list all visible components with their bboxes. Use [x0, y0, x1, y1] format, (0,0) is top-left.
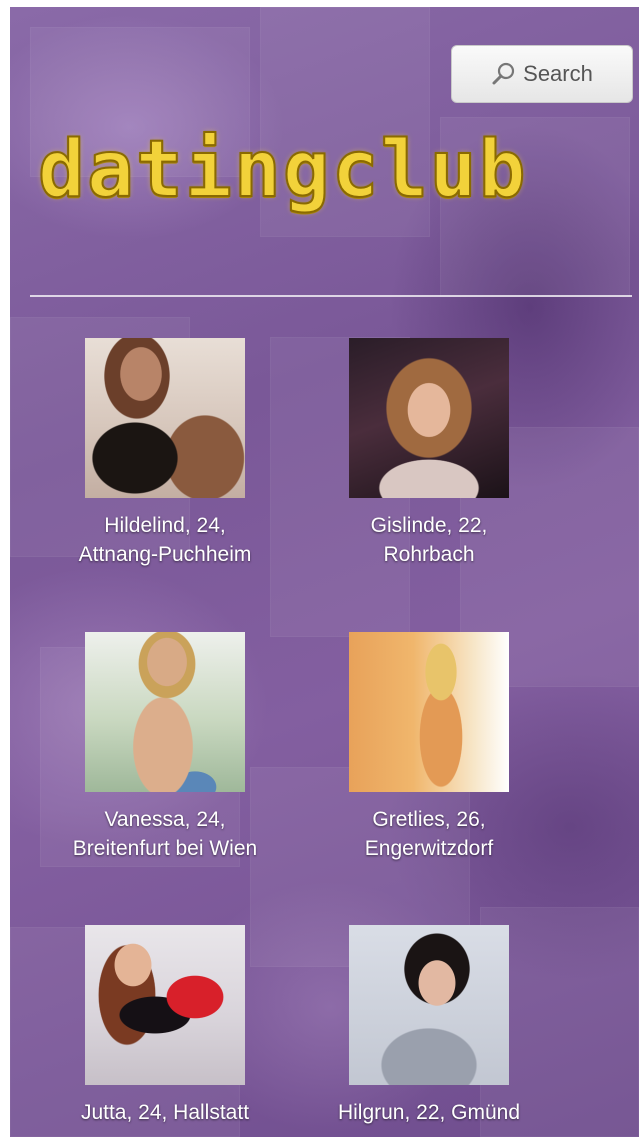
profile-location: Attnang-Puchheim	[78, 543, 252, 566]
profile-card[interactable]: Gretlies, 26, Engerwitzdorf	[297, 632, 561, 863]
profile-photo[interactable]	[85, 925, 245, 1085]
search-button[interactable]: Search	[451, 45, 633, 103]
profile-caption: Jutta, 24, Hallstatt	[33, 1098, 297, 1127]
magnifier-icon	[492, 62, 515, 85]
profile-location: Engerwitzdorf	[364, 837, 494, 860]
profile-location: Rohrbach	[383, 543, 475, 566]
profile-card[interactable]: Gislinde, 22, Rohrbach	[297, 338, 561, 569]
profile-photo[interactable]	[85, 338, 245, 498]
page-background: Search datingclub Hildelind, 24, Attnang…	[10, 7, 639, 1137]
profile-name-age: Hilgrun, 22, Gmünd	[337, 1101, 521, 1124]
profile-name-age: Gislinde, 22,	[370, 514, 488, 537]
profile-caption: Gislinde, 22, Rohrbach	[297, 511, 561, 569]
profile-photo[interactable]	[349, 338, 509, 498]
profile-card[interactable]: Vanessa, 24, Breitenfurt bei Wien	[33, 632, 297, 863]
profile-photo[interactable]	[349, 925, 509, 1085]
header-divider	[30, 295, 632, 297]
profile-name-age: Hildelind, 24,	[104, 514, 226, 537]
profile-card[interactable]: Jutta, 24, Hallstatt	[33, 925, 297, 1127]
profile-name-age: Jutta, 24, Hallstatt	[80, 1101, 250, 1124]
profile-photo[interactable]	[85, 632, 245, 792]
profile-location: Breitenfurt bei Wien	[72, 837, 258, 860]
profile-name-age: Gretlies, 26,	[372, 808, 486, 831]
profile-card[interactable]: Hildelind, 24, Attnang-Puchheim	[33, 338, 297, 569]
profile-caption: Hildelind, 24, Attnang-Puchheim	[33, 511, 297, 569]
profile-card[interactable]: Hilgrun, 22, Gmünd	[297, 925, 561, 1127]
profile-photo[interactable]	[349, 632, 509, 792]
profile-name-age: Vanessa, 24,	[104, 808, 226, 831]
search-label: Search	[523, 61, 593, 86]
profile-caption: Vanessa, 24, Breitenfurt bei Wien	[33, 805, 297, 863]
profile-caption: Gretlies, 26, Engerwitzdorf	[297, 805, 561, 863]
logo-text: datingclub	[37, 125, 528, 215]
site-logo[interactable]: datingclub	[37, 125, 527, 215]
profile-caption: Hilgrun, 22, Gmünd	[297, 1098, 561, 1127]
